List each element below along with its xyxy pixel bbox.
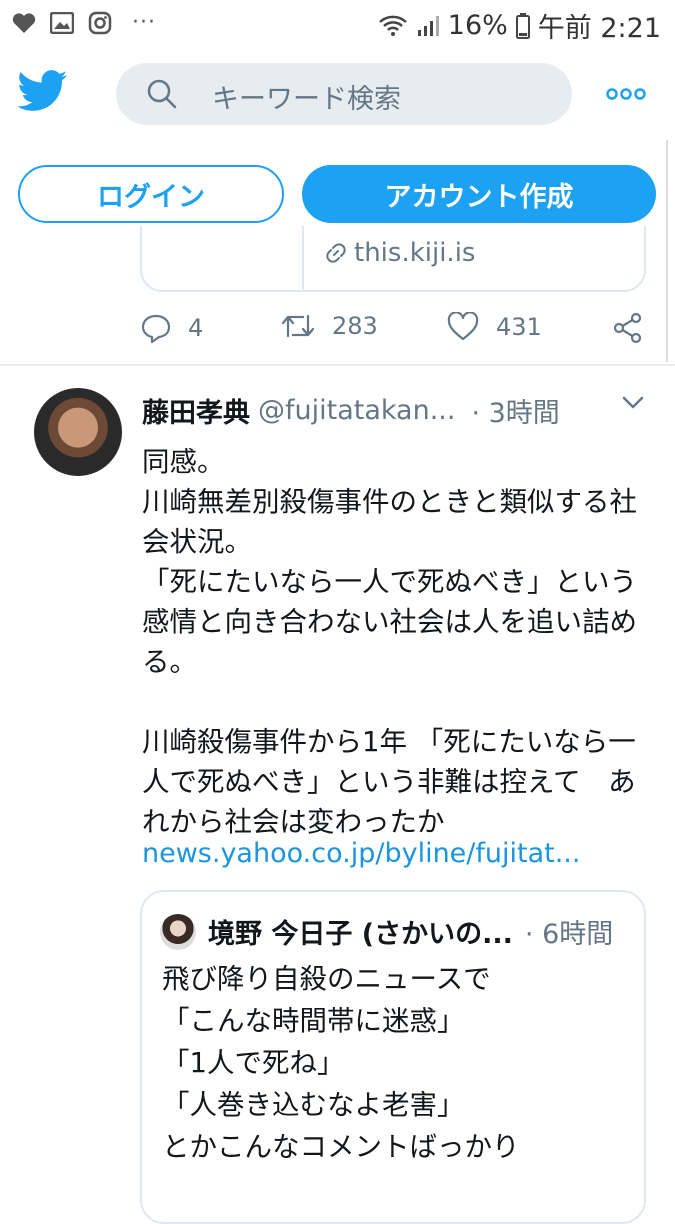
instagram-icon [88,11,112,34]
card-link-text: this.kiji.is [354,238,476,268]
tweet-separator [0,364,675,366]
search-bar[interactable]: キーワード検索 [116,63,572,125]
link-preview-card[interactable]: this.kiji.is [140,226,646,292]
share-icon[interactable] [612,312,644,344]
search-placeholder: キーワード検索 [212,84,401,115]
status-bar: ··· 16% 午前 2:21 [0,0,675,46]
quoted-avatar [160,914,196,950]
card-link[interactable]: this.kiji.is [324,238,475,268]
battery-percent: 16% [447,10,508,41]
like-action[interactable]: 431 [446,312,542,342]
status-more-dots: ··· [132,10,156,35]
retweet-icon [281,314,315,338]
status-bar-right: 16% 午前 2:21 [378,6,661,45]
reply-count: 4 [188,314,204,342]
tweet-link[interactable]: news.yahoo.co.jp/byline/fujitat... [142,838,580,869]
quoted-tweet[interactable]: 境野 今日子 (さかいの... · 6時間 飛び降り自殺のニュースで 「こんな時… [140,890,646,1224]
like-count: 431 [496,313,542,341]
status-bar-left: ··· [12,10,156,35]
wifi-icon [378,15,407,36]
image-icon [50,11,74,34]
quoted-header: 境野 今日子 (さかいの... · 6時間 [208,912,613,951]
quoted-timestamp: · 6時間 [524,919,614,950]
retweet-count: 283 [332,312,378,340]
login-button[interactable]: ログイン [18,165,284,223]
link-icon [326,243,346,263]
heart-icon [12,12,36,33]
reply-icon [141,314,171,344]
create-account-button[interactable]: アカウント作成 [302,165,656,223]
search-icon [147,79,177,109]
tweet-timestamp[interactable]: · 3時間 [471,391,559,430]
like-heart-icon [447,312,479,341]
tweet-header: 藤田孝典 @fujitatakan... · 3時間 [142,390,652,430]
reply-action[interactable]: 4 [140,312,203,344]
more-options-icon[interactable] [606,88,646,100]
signal-icon [417,15,439,36]
chevron-down-icon[interactable] [622,396,644,410]
scroll-indicator [666,140,675,362]
card-divider [302,226,304,290]
tweet-actions: 4 283 431 [140,306,650,352]
twitter-bird-icon[interactable] [18,70,68,112]
retweet-action[interactable]: 283 [280,312,378,340]
clock: 午前 2:21 [537,13,661,44]
author-handle[interactable]: @fujitatakan... [258,395,455,426]
author-name[interactable]: 藤田孝典 [142,391,250,430]
avatar[interactable] [34,388,122,476]
tweet-text: 同感。 川崎無差別殺傷事件のときと類似する社会状況。 「死にたいなら一人で死ぬべ… [142,446,637,838]
battery-icon [515,12,530,39]
quoted-text: 飛び降り自殺のニュースで 「こんな時間帯に迷惑」 「1人で死ね」 「人巻き込むな… [162,963,520,1163]
top-header: キーワード検索 [0,46,675,144]
quoted-author-name: 境野 今日子 (さかいの... [208,919,513,950]
